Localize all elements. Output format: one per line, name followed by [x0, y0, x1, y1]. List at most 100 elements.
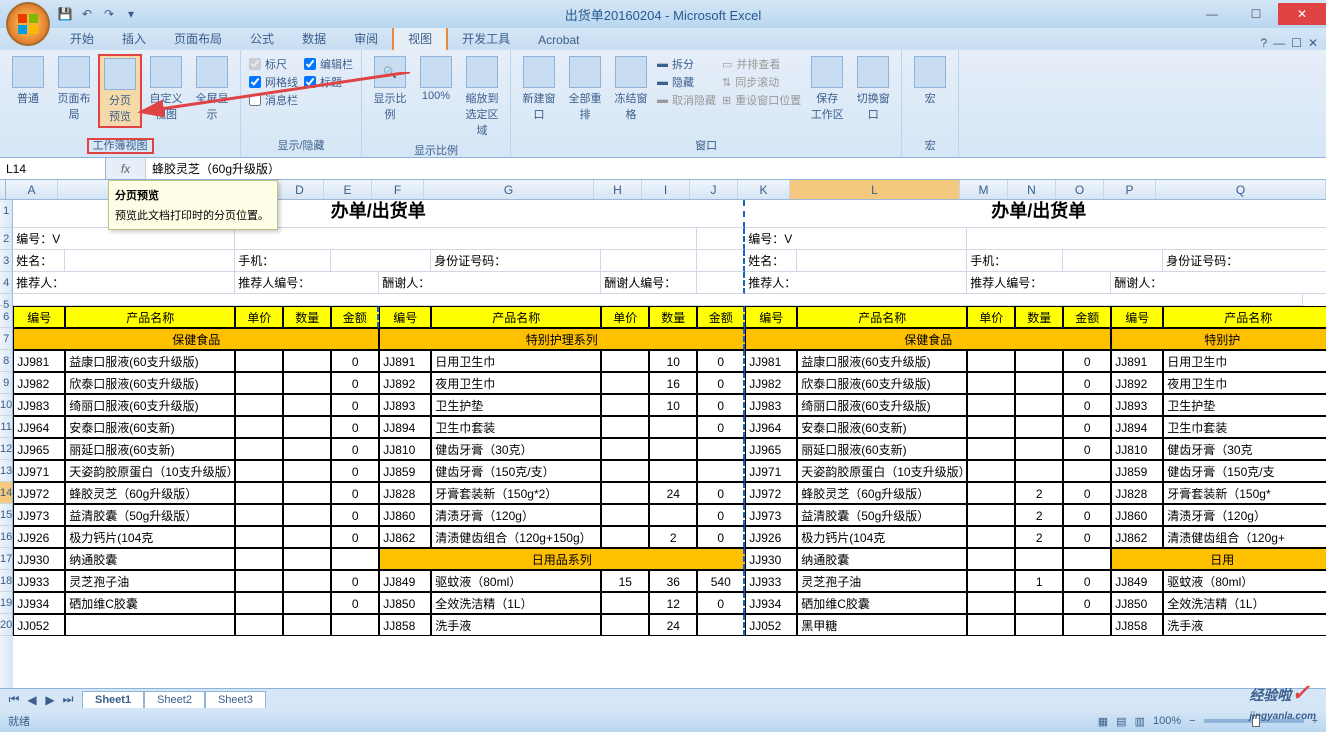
cell[interactable] [283, 526, 331, 548]
cell[interactable]: JJ860 [1111, 504, 1163, 526]
cell[interactable] [967, 350, 1015, 372]
cell[interactable] [649, 416, 697, 438]
view-layout-icon[interactable]: ▤ [1116, 715, 1126, 728]
cell[interactable] [967, 526, 1015, 548]
cell[interactable] [283, 350, 331, 372]
cell[interactable]: 0 [331, 592, 379, 614]
cell[interactable]: JJ973 [745, 504, 797, 526]
qat-dropdown-icon[interactable]: ▾ [122, 5, 140, 23]
cell[interactable] [601, 526, 649, 548]
cell[interactable]: 24 [649, 482, 697, 504]
cell[interactable]: JJ972 [745, 482, 797, 504]
cell[interactable]: 0 [697, 372, 745, 394]
tab-data[interactable]: 数据 [288, 27, 340, 50]
cell[interactable] [1063, 548, 1111, 570]
cell[interactable] [65, 614, 235, 636]
cell[interactable]: 产品名称 [431, 306, 601, 328]
cell[interactable]: 日用 [1111, 548, 1326, 570]
tab-home[interactable]: 开始 [56, 27, 108, 50]
cell[interactable]: JJ862 [379, 526, 431, 548]
cell[interactable]: 纳通胶囊 [797, 548, 967, 570]
cell[interactable]: JJ893 [379, 394, 431, 416]
row-header-3[interactable]: 3 [0, 250, 13, 272]
cell[interactable] [1015, 372, 1063, 394]
cell[interactable]: 卫生巾套装 [431, 416, 601, 438]
cell[interactable]: JJ052 [13, 614, 65, 636]
cell[interactable] [967, 614, 1015, 636]
cell[interactable]: 牙膏套装新（150g*2） [431, 482, 601, 504]
cell[interactable]: JJ982 [745, 372, 797, 394]
cell[interactable]: 洗手液 [1163, 614, 1326, 636]
cell[interactable]: JJ892 [1111, 372, 1163, 394]
cell[interactable]: 酬谢人： [379, 272, 601, 294]
cell[interactable]: 12 [649, 592, 697, 614]
cell[interactable] [235, 548, 283, 570]
cell[interactable]: JJ860 [379, 504, 431, 526]
cell[interactable]: 益清胶囊（50g升级版） [65, 504, 235, 526]
cell[interactable]: 极力钙片(104克 [65, 526, 235, 548]
cell[interactable]: 特别护理系列 [379, 328, 745, 350]
cell[interactable] [283, 372, 331, 394]
cell[interactable] [1015, 394, 1063, 416]
zoom-button[interactable]: 🔍显示比例 [368, 54, 412, 124]
cell[interactable]: JJ971 [745, 460, 797, 482]
last-sheet-icon[interactable]: ⏭ [60, 692, 76, 708]
cell[interactable]: 硒加维C胶囊 [797, 592, 967, 614]
row-header-5[interactable]: 5 [0, 294, 13, 306]
cell[interactable]: 日用品系列 [379, 548, 745, 570]
cell[interactable] [697, 228, 745, 250]
cell[interactable]: 驱蚊液（80ml） [431, 570, 601, 592]
cell[interactable] [601, 460, 649, 482]
row-header-14[interactable]: 14 [0, 482, 13, 504]
cell[interactable]: 0 [1063, 504, 1111, 526]
new-window-button[interactable]: 新建窗口 [517, 54, 561, 124]
cell[interactable]: 黑甲糖 [797, 614, 967, 636]
cell[interactable]: 益清胶囊（50g升级版） [797, 504, 967, 526]
cell[interactable]: 0 [331, 416, 379, 438]
prev-sheet-icon[interactable]: ◀ [24, 692, 40, 708]
cell[interactable]: 酬谢人编号： [601, 272, 697, 294]
cell[interactable]: 身份证号码： [1163, 250, 1326, 272]
col-header-F[interactable]: F [372, 180, 424, 199]
cell[interactable]: 硒加维C胶囊 [65, 592, 235, 614]
split-button[interactable]: ▬ 拆分 [657, 56, 716, 72]
cell[interactable] [235, 570, 283, 592]
cell[interactable]: 蜂胶灵芝（60g升级版） [797, 482, 967, 504]
cell[interactable]: JJ891 [1111, 350, 1163, 372]
redo-icon[interactable]: ↷ [100, 5, 118, 23]
col-header-Q[interactable]: Q [1156, 180, 1326, 199]
cell[interactable]: 0 [331, 504, 379, 526]
zoom-100-button[interactable]: 100% [414, 54, 458, 104]
cell[interactable]: 0 [697, 592, 745, 614]
cell[interactable]: 洗手液 [431, 614, 601, 636]
row-header-7[interactable]: 7 [0, 328, 13, 350]
save-icon[interactable]: 💾 [56, 5, 74, 23]
cell[interactable] [283, 460, 331, 482]
cell[interactable]: 单价 [601, 306, 649, 328]
cell[interactable]: JJ859 [379, 460, 431, 482]
cell[interactable]: 酬谢人： [1111, 272, 1326, 294]
cell[interactable]: 15 [601, 570, 649, 592]
maximize-button[interactable]: ☐ [1234, 3, 1278, 25]
close-workbook-icon[interactable]: ✕ [1308, 36, 1318, 50]
cell[interactable] [235, 228, 697, 250]
cell[interactable]: 全效洗洁精（1L） [1163, 592, 1326, 614]
cell[interactable]: JJ973 [13, 504, 65, 526]
cell[interactable]: 日用卫生巾 [431, 350, 601, 372]
cell[interactable] [797, 250, 967, 272]
cell[interactable] [601, 416, 649, 438]
col-header-O[interactable]: O [1056, 180, 1104, 199]
col-header-E[interactable]: E [324, 180, 372, 199]
custom-views-button[interactable]: 自定义 视图 [144, 54, 188, 124]
cell[interactable]: JJ930 [13, 548, 65, 570]
cell[interactable] [967, 548, 1015, 570]
col-header-A[interactable]: A [6, 180, 58, 199]
close-button[interactable]: ✕ [1278, 3, 1326, 25]
cell[interactable]: 0 [697, 394, 745, 416]
row-header-20[interactable]: 20 [0, 614, 13, 636]
cell[interactable]: 健齿牙膏（150克/支） [431, 460, 601, 482]
cell[interactable] [235, 350, 283, 372]
cell[interactable]: 540 [697, 570, 745, 592]
cell[interactable]: 0 [1063, 372, 1111, 394]
cell[interactable]: JJ850 [379, 592, 431, 614]
